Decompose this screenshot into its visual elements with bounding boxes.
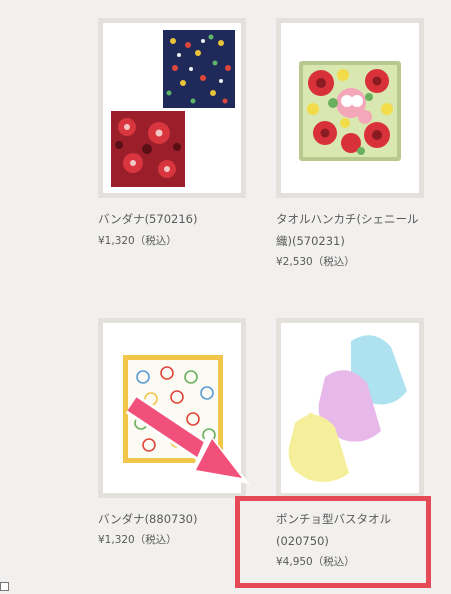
product-image-towel-handkerchief-570231[interactable] [276, 18, 424, 198]
product-price: ¥1,320（税込） [98, 235, 177, 247]
corner-handle [0, 582, 9, 591]
product-name[interactable]: タオルハンカチ(シェニール織)(570231) [276, 208, 426, 252]
product-name[interactable]: バンダナ(880730) [98, 508, 248, 530]
product-price: ¥1,320（税込） [98, 534, 177, 546]
pointer-arrow-annotation [126, 394, 250, 484]
product-name[interactable]: バンダナ(570216) [98, 208, 248, 230]
product-price: ¥2,530（税込） [276, 256, 355, 268]
product-image-bandana-570216[interactable] [98, 18, 246, 198]
product-image-poncho-bath-towel-020750[interactable] [276, 318, 424, 498]
highlight-box-annotation [235, 496, 431, 588]
